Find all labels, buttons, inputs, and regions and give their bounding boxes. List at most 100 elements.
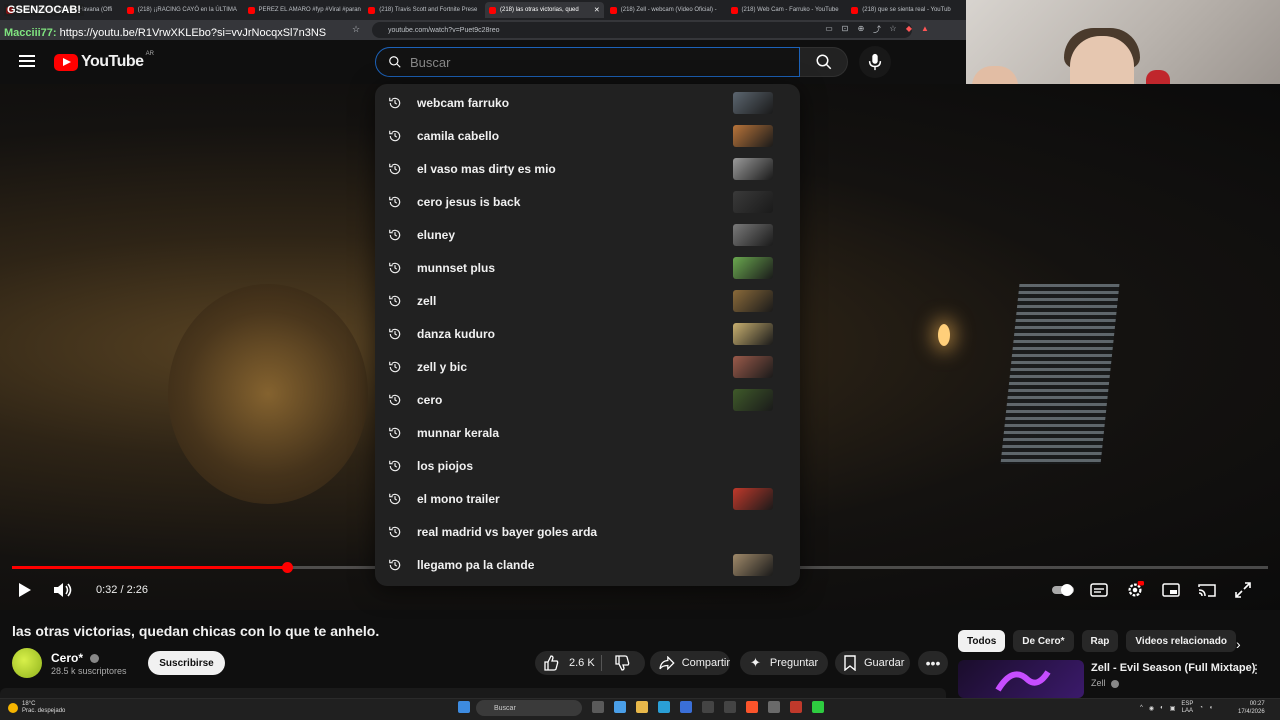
miniplayer-button[interactable] — [1161, 580, 1181, 600]
task-view-icon[interactable] — [592, 701, 604, 713]
like-button[interactable]: 2.6 K — [535, 655, 597, 671]
dislike-button[interactable] — [602, 655, 630, 671]
language-indicator[interactable]: ESP LAA — [1181, 701, 1193, 715]
settings-button[interactable] — [1125, 580, 1145, 600]
subscribe-button[interactable]: Suscribirse — [148, 651, 225, 675]
zoom-icon[interactable]: ⊕ — [856, 24, 866, 35]
suggestion-item[interactable]: camila cabello — [375, 119, 800, 152]
browser-tab[interactable]: (218) ¡¡RACING CAYÓ en la ÚLTIMA — [123, 2, 242, 18]
browser-tab[interactable]: (218) Zell - webcam (Video Oficial) - — [606, 2, 725, 18]
bookmark-icon[interactable]: ☆ — [352, 24, 360, 35]
cast-button[interactable] — [1197, 580, 1217, 600]
app-icon[interactable] — [768, 701, 780, 713]
youtube-play-icon — [54, 53, 78, 71]
file-explorer-icon[interactable] — [636, 701, 648, 713]
related-video-thumbnail[interactable] — [958, 660, 1084, 698]
brave-icon[interactable]: ▲ — [920, 24, 930, 35]
ask-button[interactable]: ✦ Preguntar — [740, 651, 828, 675]
wifi-icon[interactable]: ◔ — [1199, 705, 1203, 711]
star-icon[interactable]: ☆ — [888, 24, 898, 35]
voice-search-button[interactable] — [859, 46, 891, 78]
filter-chip[interactable]: Rap — [1081, 630, 1119, 652]
filter-chip[interactable]: Videos relacionado — [1126, 630, 1236, 652]
related-video-title[interactable]: Zell - Evil Season (Full Mixtape) — [1091, 662, 1255, 674]
tray-app-icon[interactable]: ◐ — [1160, 705, 1164, 711]
app-icon[interactable] — [724, 701, 736, 713]
channel-avatar[interactable] — [12, 648, 42, 678]
history-icon — [388, 96, 402, 110]
description-box[interactable] — [0, 688, 946, 698]
suggestion-item[interactable]: cero — [375, 383, 800, 416]
suggestion-item[interactable]: munnar kerala — [375, 416, 800, 449]
browser-tab[interactable]: (218) Web Cam - Farruko - YouTube — [727, 2, 846, 18]
share-button[interactable]: Compartir — [650, 651, 730, 675]
youtube-logo[interactable]: YouTube AR — [54, 51, 154, 71]
video-frame-blinds — [1000, 284, 1120, 464]
tray-app-icon[interactable]: ▣ — [1170, 705, 1176, 712]
save-button[interactable]: Guardar — [835, 651, 910, 675]
suggestion-item[interactable]: zell y bic — [375, 350, 800, 383]
app-icon[interactable] — [702, 701, 714, 713]
progress-scrubber[interactable] — [282, 562, 293, 573]
cast-icon[interactable]: ▭ — [824, 24, 834, 35]
suggestion-thumbnail — [733, 389, 773, 411]
suggestion-thumbnail — [733, 158, 773, 180]
country-code: AR — [145, 51, 154, 57]
history-icon — [388, 393, 402, 407]
suggestion-item[interactable]: munnset plus — [375, 251, 800, 284]
weather-widget[interactable]: 18°C Prac. despejado — [8, 701, 65, 715]
fullscreen-button[interactable] — [1233, 580, 1253, 600]
history-icon — [388, 360, 402, 374]
autoplay-toggle[interactable] — [1050, 580, 1076, 600]
windows-start-icon[interactable] — [458, 701, 470, 713]
suggestion-item[interactable]: llegamo pa la clande — [375, 548, 800, 581]
widgets-icon[interactable] — [614, 701, 626, 713]
suggestion-item[interactable]: eluney — [375, 218, 800, 251]
sparkle-icon: ✦ — [750, 655, 761, 670]
share-label: Compartir — [681, 657, 730, 669]
taskbar-search[interactable]: Buscar — [476, 700, 582, 716]
tray-chevron-icon[interactable]: ^ — [1140, 705, 1143, 711]
suggestion-item[interactable]: webcam farruko — [375, 86, 800, 119]
speaker-icon[interactable]: ◖ — [1209, 705, 1213, 711]
suggestion-item[interactable]: el mono trailer — [375, 482, 800, 515]
subtitles-button[interactable] — [1089, 580, 1109, 600]
volume-button[interactable] — [52, 580, 74, 600]
suggestion-item[interactable]: los piojos — [375, 449, 800, 482]
browser-tab[interactable]: (218) que se sienta real - YouTub — [847, 2, 966, 18]
suggestion-item[interactable]: danza kuduro — [375, 317, 800, 350]
suggestion-item[interactable]: zell — [375, 284, 800, 317]
search-input[interactable] — [410, 53, 780, 71]
suggestion-item[interactable]: cero jesus is back — [375, 185, 800, 218]
share-icon — [659, 656, 675, 670]
app-icon[interactable] — [790, 701, 802, 713]
channel-name[interactable]: Cero* — [51, 651, 100, 665]
filter-chip[interactable]: Todos — [958, 630, 1006, 652]
tray-app-icon[interactable]: ◉ — [1149, 705, 1154, 712]
taskbar-clock[interactable]: 00:27 17/4/2026 — [1238, 700, 1265, 716]
app-icon[interactable] — [812, 701, 824, 713]
suggestion-label: zell — [417, 293, 437, 308]
translate-icon[interactable]: ⊡ — [840, 24, 850, 35]
browser-tab[interactable]: PEREZ EL AMARO #fyp #Viral #paran — [244, 2, 363, 18]
edge-icon[interactable] — [658, 701, 670, 713]
youtube-wordmark: YouTube — [81, 53, 144, 70]
search-button[interactable] — [800, 47, 848, 77]
search-box[interactable] — [375, 47, 800, 77]
brave-icon[interactable] — [746, 701, 758, 713]
suggestion-item[interactable]: el vaso mas dirty es mio — [375, 152, 800, 185]
chevron-right-icon[interactable]: › — [1236, 636, 1241, 652]
kebab-menu-icon[interactable]: ⋮ — [1250, 662, 1262, 676]
extension-icon[interactable]: ◆ — [904, 24, 914, 35]
store-icon[interactable] — [680, 701, 692, 713]
tab-favicon-icon — [730, 6, 738, 14]
play-button[interactable] — [16, 580, 34, 600]
suggestion-item[interactable]: real madrid vs bayer goles arda — [375, 515, 800, 548]
filter-chip[interactable]: De Cero* — [1013, 630, 1074, 652]
browser-tab[interactable]: (218) las otras victorias, qued ✕ — [485, 2, 604, 18]
browser-tab[interactable]: (218) Travis Scott and Fortnite Prese — [364, 2, 483, 18]
more-actions-button[interactable]: ••• — [918, 651, 948, 675]
hamburger-menu-icon[interactable] — [19, 55, 35, 67]
share-icon[interactable]: ⤴ — [872, 24, 882, 35]
tab-close-icon[interactable]: ✕ — [594, 6, 600, 14]
